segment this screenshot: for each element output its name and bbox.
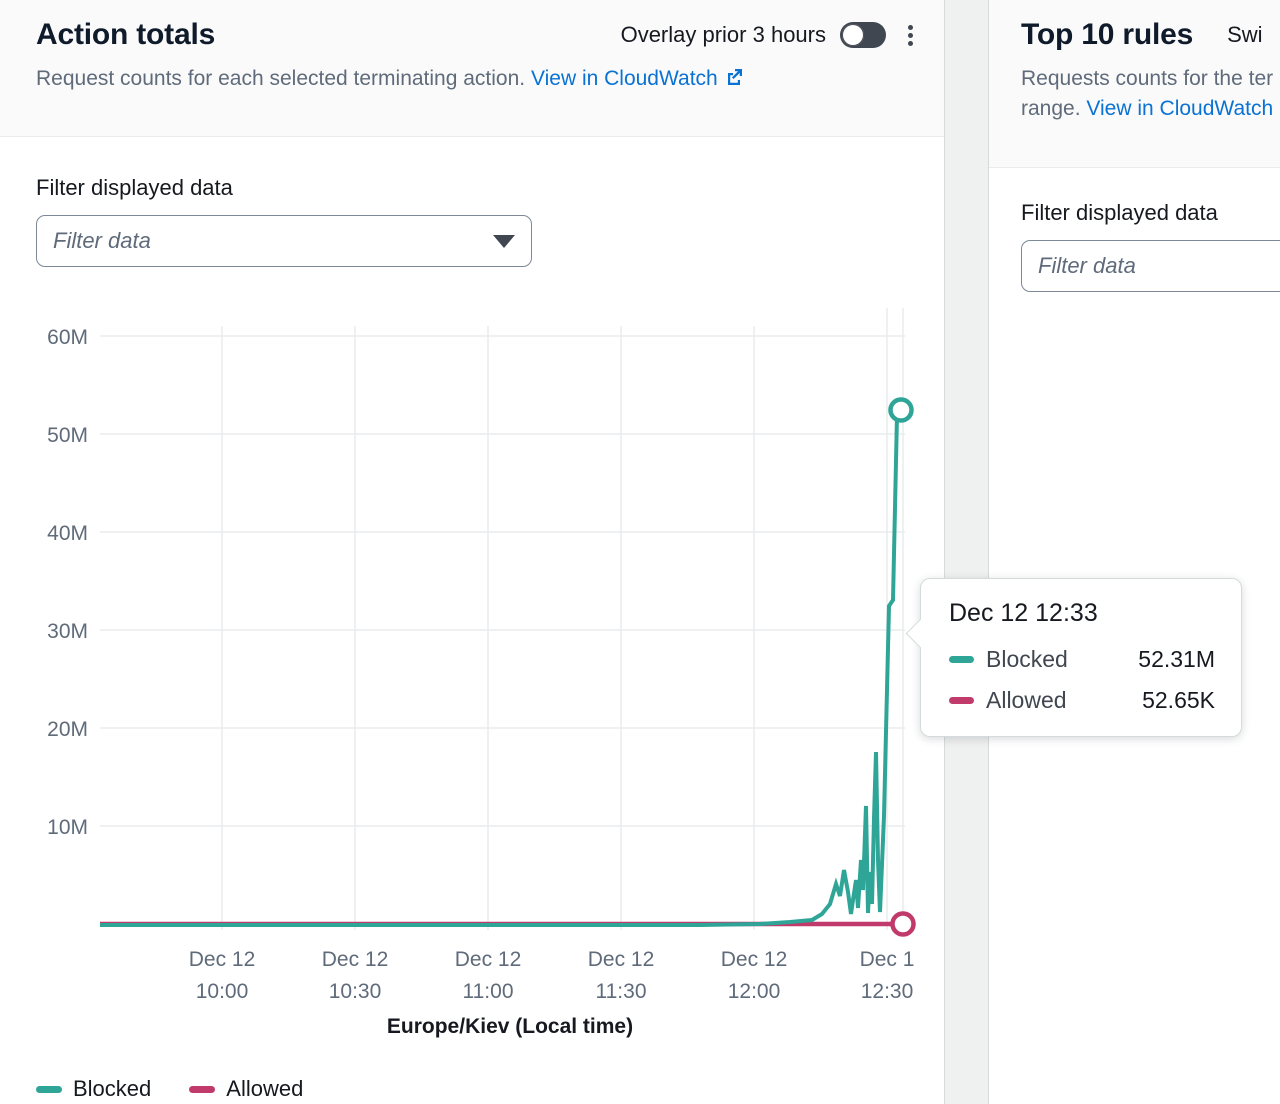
- chart-legend-left: Blocked Allowed: [36, 1076, 303, 1102]
- tooltip-label-allowed: Allowed: [986, 687, 1067, 714]
- legend-swatch-allowed: [189, 1086, 215, 1093]
- x-axis-ticks: [222, 308, 903, 930]
- series-blocked-line: [100, 410, 901, 925]
- tooltip-swatch-blocked: [949, 656, 974, 663]
- filter-placeholder-right: Filter data: [1038, 253, 1280, 279]
- legend-item-allowed[interactable]: Allowed: [189, 1076, 303, 1102]
- x-axis-title: Europe/Kiev (Local time): [387, 1015, 633, 1038]
- page-title: Action totals: [36, 18, 215, 52]
- chart-tooltip: Dec 12 12:33 Blocked 52.31M Allowed 52.6…: [920, 578, 1242, 737]
- svg-text:40M: 40M: [47, 522, 88, 545]
- svg-text:10:00: 10:00: [196, 980, 249, 1003]
- svg-text:Dec 12: Dec 12: [588, 948, 655, 971]
- filter-section-left: Filter displayed data Filter data: [0, 137, 944, 267]
- svg-text:11:30: 11:30: [596, 980, 647, 1003]
- allowed-endpoint-marker: [893, 914, 914, 935]
- svg-text:12:00: 12:00: [728, 980, 781, 1003]
- tooltip-timestamp: Dec 12 12:33: [949, 599, 1215, 628]
- action-totals-panel: Action totals Overlay prior 3 hours Requ…: [0, 0, 945, 1104]
- filter-section-right: Filter displayed data Filter data: [989, 168, 1280, 292]
- svg-text:11:00: 11:00: [463, 980, 514, 1003]
- action-totals-chart[interactable]: 60M 50M 40M 30M 20M 10M: [0, 300, 944, 1060]
- svg-text:60M: 60M: [47, 326, 88, 349]
- panel-description-left: Request counts for each selected termina…: [36, 64, 922, 97]
- switch-label-right[interactable]: Swi: [1227, 22, 1262, 48]
- legend-item-blocked[interactable]: Blocked: [36, 1076, 151, 1102]
- tooltip-row-blocked: Blocked 52.31M: [949, 646, 1215, 673]
- description-text: Request counts for each selected termina…: [36, 67, 525, 90]
- filter-label-left: Filter displayed data: [36, 175, 908, 201]
- tooltip-label-blocked: Blocked: [986, 646, 1068, 673]
- panel-description-right: Requests counts for the ter range. View …: [1021, 64, 1280, 124]
- filter-data-select-left[interactable]: Filter data: [36, 215, 532, 267]
- tooltip-swatch-allowed: [949, 697, 974, 704]
- panel-header-left: Action totals Overlay prior 3 hours Requ…: [0, 0, 944, 137]
- svg-text:10:30: 10:30: [329, 980, 382, 1003]
- external-link-icon[interactable]: [723, 66, 745, 97]
- x-axis-labels: Dec 12 10:00 Dec 12 10:30 Dec 12 11:00 D…: [189, 948, 915, 1003]
- svg-text:Dec 12: Dec 12: [322, 948, 389, 971]
- filter-label-right: Filter displayed data: [1021, 200, 1280, 226]
- chevron-down-icon[interactable]: [493, 235, 515, 248]
- svg-text:Dec 12: Dec 12: [189, 948, 256, 971]
- legend-label-allowed: Allowed: [226, 1076, 303, 1102]
- top-10-rules-panel: Top 10 rules Swi Requests counts for the…: [988, 0, 1280, 1104]
- toggle-knob: [842, 24, 864, 46]
- screen: Action totals Overlay prior 3 hours Requ…: [0, 0, 1280, 1104]
- tooltip-value-blocked: 52.31M: [1138, 646, 1215, 673]
- legend-swatch-blocked: [36, 1086, 62, 1093]
- header-tools: Overlay prior 3 hours: [621, 19, 922, 51]
- filter-data-input-right[interactable]: Filter data: [1021, 240, 1280, 292]
- svg-text:10M: 10M: [47, 816, 88, 839]
- grid-lines: [100, 336, 905, 826]
- tooltip-value-allowed: 52.65K: [1142, 687, 1215, 714]
- svg-text:Dec 12: Dec 12: [455, 948, 522, 971]
- filter-placeholder-left: Filter data: [53, 228, 493, 254]
- svg-text:Dec 1: Dec 1: [860, 948, 915, 971]
- blocked-endpoint-marker: [891, 400, 912, 421]
- panel-header-right: Top 10 rules Swi Requests counts for the…: [989, 0, 1280, 168]
- view-in-cloudwatch-link[interactable]: View in CloudWatch: [531, 67, 718, 90]
- description-line-2-prefix: range.: [1021, 97, 1086, 120]
- svg-text:12:30: 12:30: [861, 980, 914, 1003]
- view-in-cloudwatch-link-right[interactable]: View in CloudWatch: [1086, 97, 1273, 120]
- description-line-1: Requests counts for the ter: [1021, 67, 1273, 90]
- tooltip-row-allowed: Allowed 52.65K: [949, 687, 1215, 714]
- legend-label-blocked: Blocked: [73, 1076, 151, 1102]
- svg-text:20M: 20M: [47, 718, 88, 741]
- svg-text:50M: 50M: [47, 424, 88, 447]
- svg-text:30M: 30M: [47, 620, 88, 643]
- y-axis-labels: 60M 50M 40M 30M 20M 10M: [47, 326, 88, 839]
- more-options-icon[interactable]: [900, 19, 922, 51]
- svg-text:Dec 12: Dec 12: [721, 948, 788, 971]
- overlay-toggle-label: Overlay prior 3 hours: [621, 22, 826, 48]
- page-title-right: Top 10 rules: [1021, 18, 1193, 52]
- overlay-prior-3-hours-toggle[interactable]: [840, 22, 886, 48]
